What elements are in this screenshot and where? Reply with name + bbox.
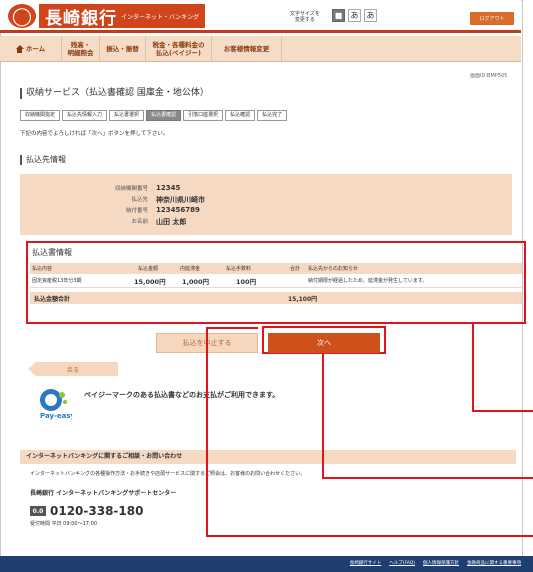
- free-dial-icon: 0.0: [30, 506, 46, 516]
- footer-link[interactable]: ヘルプ(FAQ): [389, 560, 415, 566]
- col-fee: 払込手数料: [226, 266, 252, 272]
- bill-late-fee: 1,000円: [182, 277, 210, 286]
- contact-note: インターネットバンキングの各種操作方法・お手続きや店頭サービスに関するご照会は、…: [30, 471, 306, 477]
- annotation-line: [206, 535, 533, 537]
- payee-label: 納付番号: [125, 208, 148, 214]
- font-size-medium-button[interactable]: あ: [348, 9, 361, 22]
- back-button[interactable]: 戻る: [28, 362, 118, 376]
- col-notice: 払込先からのお知らせ: [308, 266, 358, 272]
- step-item: 収納機関指定: [20, 110, 61, 121]
- payeasy-logo: Pay-easy: [40, 389, 72, 420]
- payee-label: 払込先: [131, 197, 148, 203]
- contact-heading: インターネットバンキングに関するご相談・お問い合わせ: [20, 450, 516, 464]
- payee-label: 収納機関番号: [114, 186, 148, 192]
- progress-steps: 収納機関指定 払込先情報入力 払込書選択 払込書確認 引落口座選択 払込確認 払…: [20, 110, 289, 121]
- support-center-name: 長崎銀行 インターネットバンキングサポートセンター: [30, 490, 177, 497]
- screen-id: 画面ID:BMP505: [470, 73, 508, 79]
- home-icon: [15, 45, 24, 53]
- font-size-label: 文字サイズを 変更する: [290, 11, 320, 23]
- table-row: 固定資産税13年分3期 15,000円 1,000円 100円 納付期限が経過し…: [30, 274, 522, 288]
- annotation-line: [472, 410, 533, 412]
- bill-info-panel: 払込書情報 払込内容 払込金額 内延滞金 払込手数料 合計 払込先からのお知らせ…: [26, 241, 526, 324]
- payee-info-panel: 収納機関番号 12345 払込先 神奈川県川崎市 納付番号 123456789 …: [20, 174, 512, 235]
- instruction-text: 下記の内容でよろしければ「次へ」ボタンを押して下さい。: [20, 131, 169, 137]
- col-content: 払込内容: [32, 266, 53, 272]
- payee-value: 神奈川県川崎市: [156, 196, 205, 204]
- col-amount: 払込金額: [138, 266, 159, 272]
- step-item-current: 払込書確認: [146, 110, 182, 121]
- step-item: 払込先情報入力: [62, 110, 108, 121]
- font-size-large-button[interactable]: あ: [364, 9, 377, 22]
- next-button[interactable]: 次へ: [268, 333, 380, 353]
- annotation-line: [322, 353, 324, 479]
- payee-value: 山田 太郎: [156, 218, 187, 226]
- bank-logo-icon: ◯: [8, 4, 36, 28]
- bill-total-row: 払込金額合計 15,100円: [30, 292, 522, 304]
- footer-link[interactable]: 個人情報保護方針: [423, 560, 459, 566]
- business-hours: 受付時間 平日 09:00～17:00: [30, 521, 97, 527]
- nav-home-label: ホーム: [25, 45, 46, 53]
- payee-section-title: 払込先情報: [20, 155, 66, 165]
- payee-label: お名前: [131, 219, 148, 225]
- payee-value: 12345: [156, 184, 181, 192]
- col-total: 合計: [290, 266, 301, 272]
- step-item: 払込確認: [225, 110, 256, 121]
- nav-transfer[interactable]: 振込・振替: [100, 36, 146, 62]
- bill-total-label: 払込金額合計: [34, 295, 71, 303]
- bill-total-value: 15,100円: [288, 295, 318, 303]
- bank-name: 長崎銀行: [45, 8, 117, 29]
- annotation-line: [206, 327, 258, 329]
- nav-payeasy[interactable]: 税金・各種料金の 払込(ペイジー): [146, 36, 212, 62]
- nav-balance[interactable]: 残高・ 明細照会: [62, 36, 100, 62]
- main-nav: ホーム 残高・ 明細照会 振込・振替 税金・各種料金の 払込(ペイジー) お客様…: [0, 36, 521, 62]
- page-title: 収納サービス（払込書確認 国庫金・地公体）: [20, 88, 209, 99]
- bill-notice: 納付期限が経過したため、延滞金が発生しています。: [308, 278, 428, 284]
- service-name: インターネット・バンキング: [121, 13, 200, 21]
- bill-amount: 15,000円: [134, 277, 166, 286]
- annotation-line: [322, 477, 533, 479]
- footer-link[interactable]: 金融商品に関する重要事項: [467, 560, 521, 566]
- payeasy-message: ペイジーマークのある払込書などのお支払がご利用できます。: [84, 391, 280, 399]
- step-item: 引落口座選択: [183, 110, 224, 121]
- col-late-fee: 内延滞金: [180, 266, 201, 272]
- nav-home[interactable]: ホーム: [0, 36, 62, 62]
- payee-row: 払込先 神奈川県川崎市: [100, 195, 205, 205]
- logout-button[interactable]: ログアウト: [470, 12, 514, 25]
- payee-row: お名前 山田 太郎: [100, 217, 186, 227]
- step-item: 払込書選択: [109, 110, 145, 121]
- step-item: 払込完了: [257, 110, 288, 121]
- payee-row: 納付番号 123456789: [100, 206, 200, 214]
- font-size-small-button[interactable]: ■: [332, 9, 345, 22]
- bank-logo[interactable]: ◯ 長崎銀行 インターネット・バンキング: [8, 4, 206, 29]
- bank-logo-text: 長崎銀行 インターネット・バンキング: [39, 4, 206, 29]
- footer-link[interactable]: 長崎銀行サイト: [350, 560, 382, 566]
- bill-content: 固定資産税13年分3期: [32, 278, 82, 284]
- payee-row: 収納機関番号 12345: [100, 184, 180, 192]
- bill-section-title: 払込書情報: [32, 248, 72, 257]
- bill-fee: 100円: [236, 277, 257, 286]
- annotation-line: [472, 324, 474, 412]
- bill-table-header: 払込内容 払込金額 内延滞金 払込手数料 合計 払込先からのお知らせ: [30, 263, 522, 274]
- annotation-line: [206, 327, 208, 537]
- phone-number[interactable]: 0120-338-180: [50, 504, 143, 518]
- payeasy-logo-text: Pay-easy: [40, 412, 72, 420]
- site-footer: 長崎銀行サイト ヘルプ(FAQ) 個人情報保護方針 金融商品に関する重要事項: [0, 556, 533, 572]
- site-header: ◯ 長崎銀行 インターネット・バンキング 文字サイズを 変更する ■ あ あ ロ…: [0, 0, 521, 33]
- phone-line: 0.0 0120-338-180: [30, 504, 143, 518]
- payee-value: 123456789: [156, 206, 200, 214]
- nav-customer-info[interactable]: お客様情報変更: [212, 36, 282, 62]
